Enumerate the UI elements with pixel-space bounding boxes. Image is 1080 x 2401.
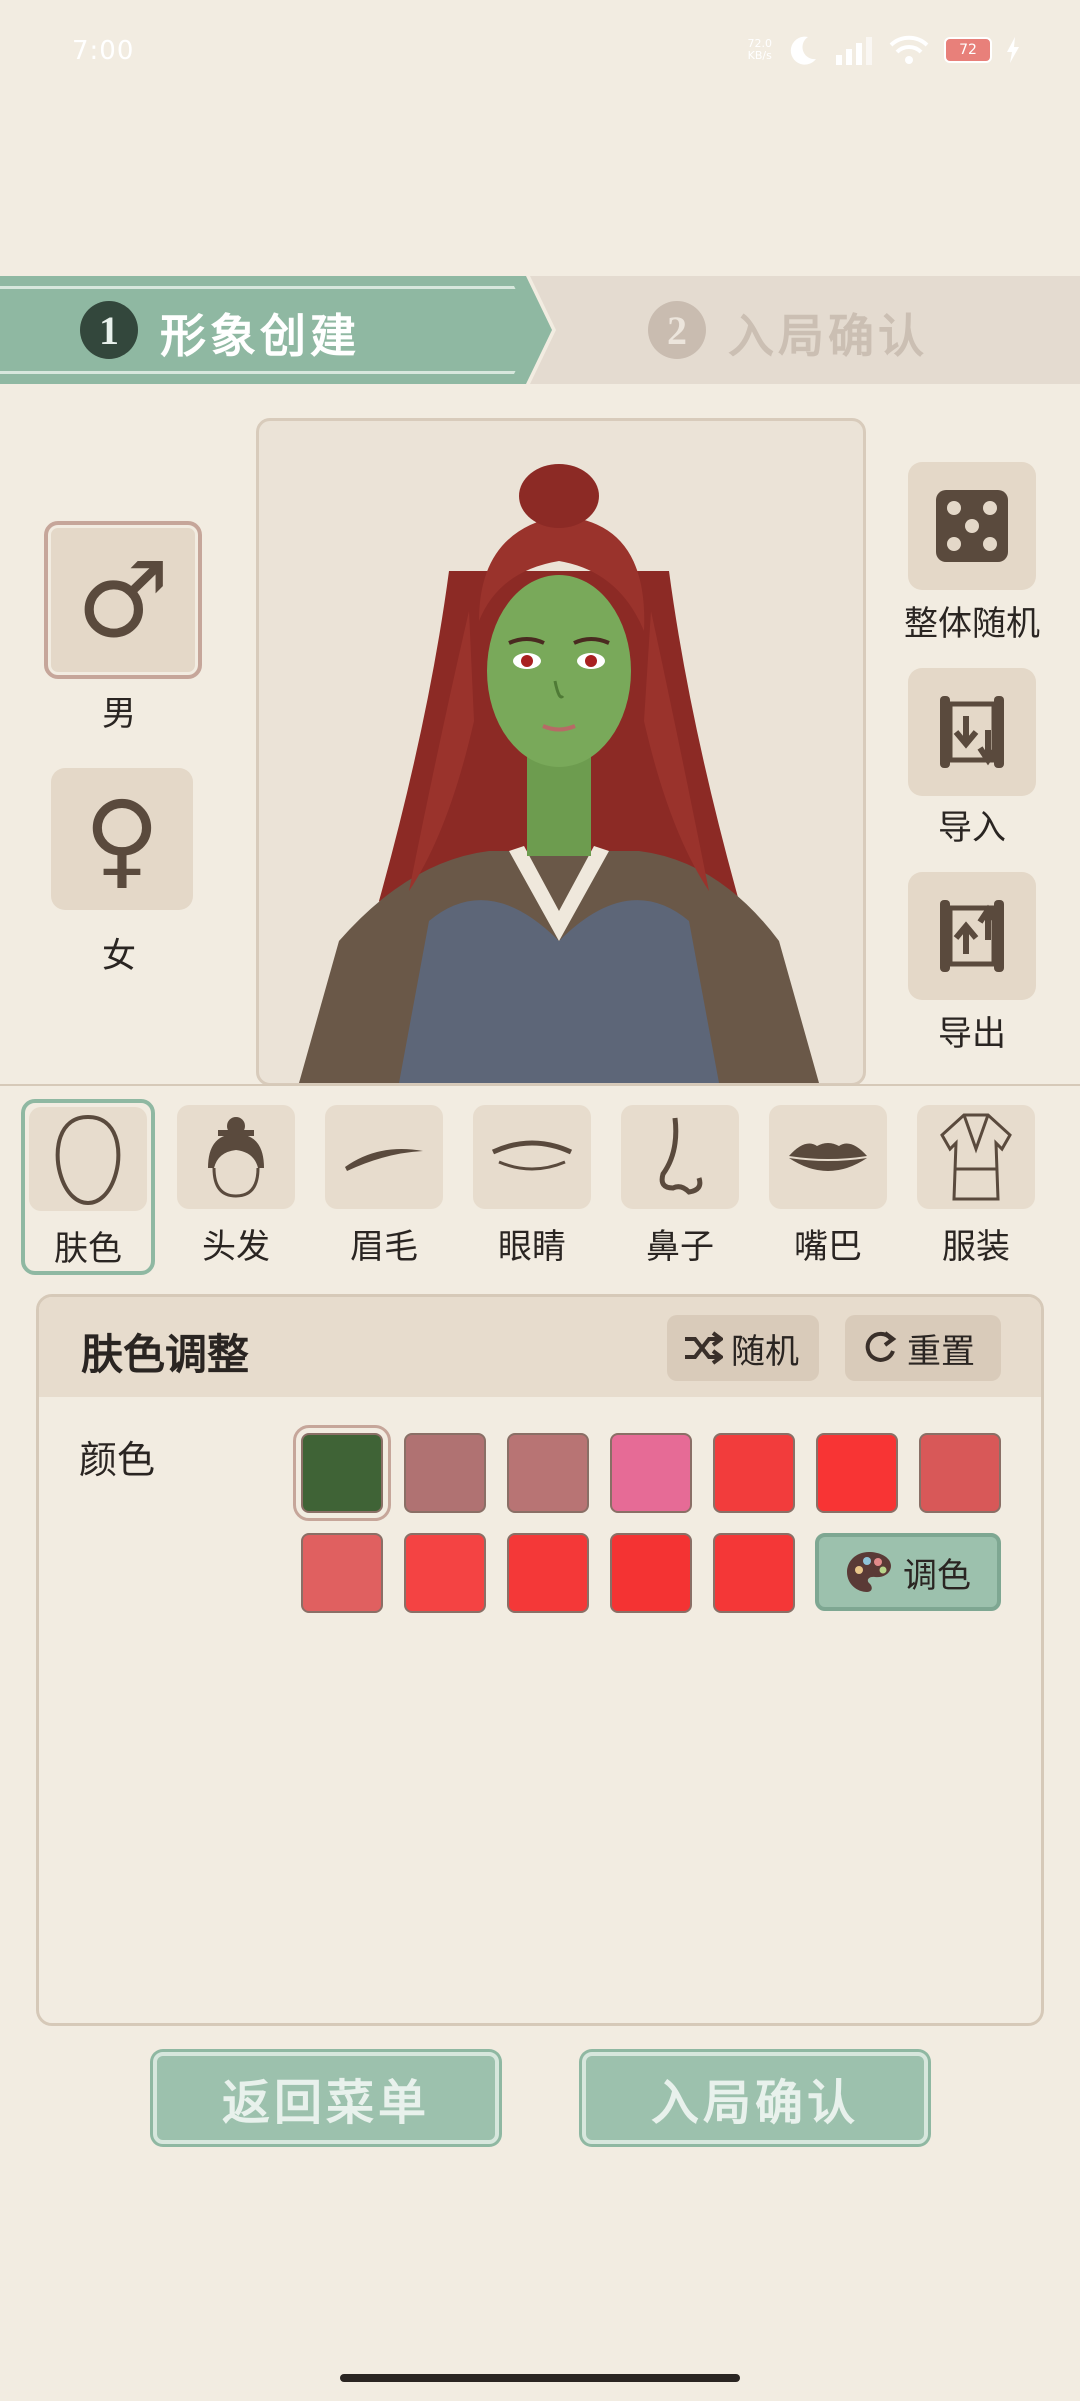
color-swatch[interactable] [507, 1533, 589, 1613]
feature-tab-brow[interactable]: 眉毛 [325, 1105, 443, 1267]
color-swatch[interactable] [301, 1533, 383, 1613]
moon-icon [790, 36, 816, 65]
color-swatch[interactable] [919, 1433, 1001, 1513]
male-button[interactable]: ♂ [44, 521, 202, 679]
wifi-icon [889, 35, 929, 64]
battery-icon: 72 [944, 37, 992, 63]
refresh-icon [865, 1331, 897, 1362]
status-icons: 72.0 KB/s 72 [748, 30, 1021, 70]
hair-bun-icon [177, 1105, 295, 1209]
color-swatch[interactable] [610, 1533, 692, 1613]
import-scroll-icon [940, 696, 1004, 768]
palette-button[interactable]: 调色 [815, 1533, 1001, 1611]
back-to-menu-button[interactable]: 返回菜单 [153, 2052, 499, 2144]
section-divider [0, 1084, 1080, 1086]
step-2-number: 2 [648, 301, 706, 359]
feature-label: 头发 [202, 1227, 270, 1267]
dice-icon [936, 490, 1008, 562]
feature-tab-skin[interactable]: 肤色 [21, 1099, 155, 1275]
skin-adjust-panel: 肤色调整 随机 重置 颜色 调色 [36, 1294, 1044, 2026]
color-swatch[interactable] [293, 1425, 391, 1521]
step-1-label: 形象创建 [160, 309, 360, 363]
color-swatch[interactable] [816, 1433, 898, 1513]
feature-label: 鼻子 [646, 1227, 714, 1267]
male-label: 男 [102, 694, 136, 734]
eye-icon [473, 1105, 591, 1209]
feature-tab-hair[interactable]: 头发 [177, 1105, 295, 1267]
feature-label: 肤色 [54, 1229, 122, 1269]
net-speed: 72.0 KB/s [748, 38, 773, 62]
charging-icon [1007, 37, 1019, 63]
color-swatch[interactable] [610, 1433, 692, 1513]
confirm-enter-button[interactable]: 入局确认 [582, 2052, 928, 2144]
face-outline-icon [29, 1107, 147, 1211]
feature-label: 服装 [942, 1227, 1010, 1267]
status-time: 7:00 [72, 36, 135, 66]
reset-button[interactable]: 重置 [845, 1315, 1001, 1381]
female-icon: ♀ [83, 778, 161, 900]
character-portrait [256, 418, 866, 1086]
lips-icon [769, 1105, 887, 1209]
random-all-button[interactable] [908, 462, 1036, 590]
feature-label: 眼睛 [498, 1227, 566, 1267]
reset-label: 重置 [907, 1331, 975, 1372]
palette-icon [847, 1552, 891, 1592]
net-speed-unit: KB/s [747, 49, 772, 62]
feature-tab-nose[interactable]: 鼻子 [621, 1105, 739, 1267]
panel-title: 肤色调整 [81, 1330, 250, 1379]
import-button[interactable] [908, 668, 1036, 796]
color-swatch[interactable] [713, 1533, 795, 1613]
step-progress: 1 形象创建 2 入局确认 [0, 276, 1080, 384]
feature-tab-mouth[interactable]: 嘴巴 [769, 1105, 887, 1267]
home-indicator[interactable] [340, 2374, 740, 2382]
robe-icon [917, 1105, 1035, 1209]
step-1-number: 1 [80, 301, 138, 359]
cell-signal-icon [836, 37, 872, 65]
step-2-label: 入局确认 [728, 309, 928, 363]
export-button[interactable] [908, 872, 1036, 1000]
female-label: 女 [102, 936, 136, 976]
color-label: 颜色 [79, 1438, 156, 1482]
female-button[interactable]: ♀ [51, 768, 193, 910]
shuffle-icon [685, 1331, 723, 1365]
random-label: 随机 [731, 1331, 799, 1372]
feature-tab-clothes[interactable]: 服装 [917, 1105, 1035, 1267]
export-label: 导出 [938, 1014, 1006, 1054]
color-swatch[interactable] [404, 1433, 486, 1513]
color-swatch[interactable] [713, 1433, 795, 1513]
feature-label: 眉毛 [350, 1227, 418, 1267]
feature-label: 嘴巴 [794, 1227, 862, 1267]
character-illustration [299, 464, 819, 1083]
export-scroll-icon [940, 900, 1004, 972]
male-icon: ♂ [76, 539, 170, 661]
color-swatch[interactable] [404, 1533, 486, 1613]
feature-tab-eyes[interactable]: 眼睛 [473, 1105, 591, 1267]
nose-icon [621, 1105, 739, 1209]
random-button[interactable]: 随机 [667, 1315, 819, 1381]
eyebrow-icon [325, 1105, 443, 1209]
import-label: 导入 [938, 808, 1006, 848]
random-all-label: 整体随机 [904, 604, 1040, 644]
color-swatch[interactable] [507, 1433, 589, 1513]
palette-label: 调色 [903, 1555, 971, 1596]
